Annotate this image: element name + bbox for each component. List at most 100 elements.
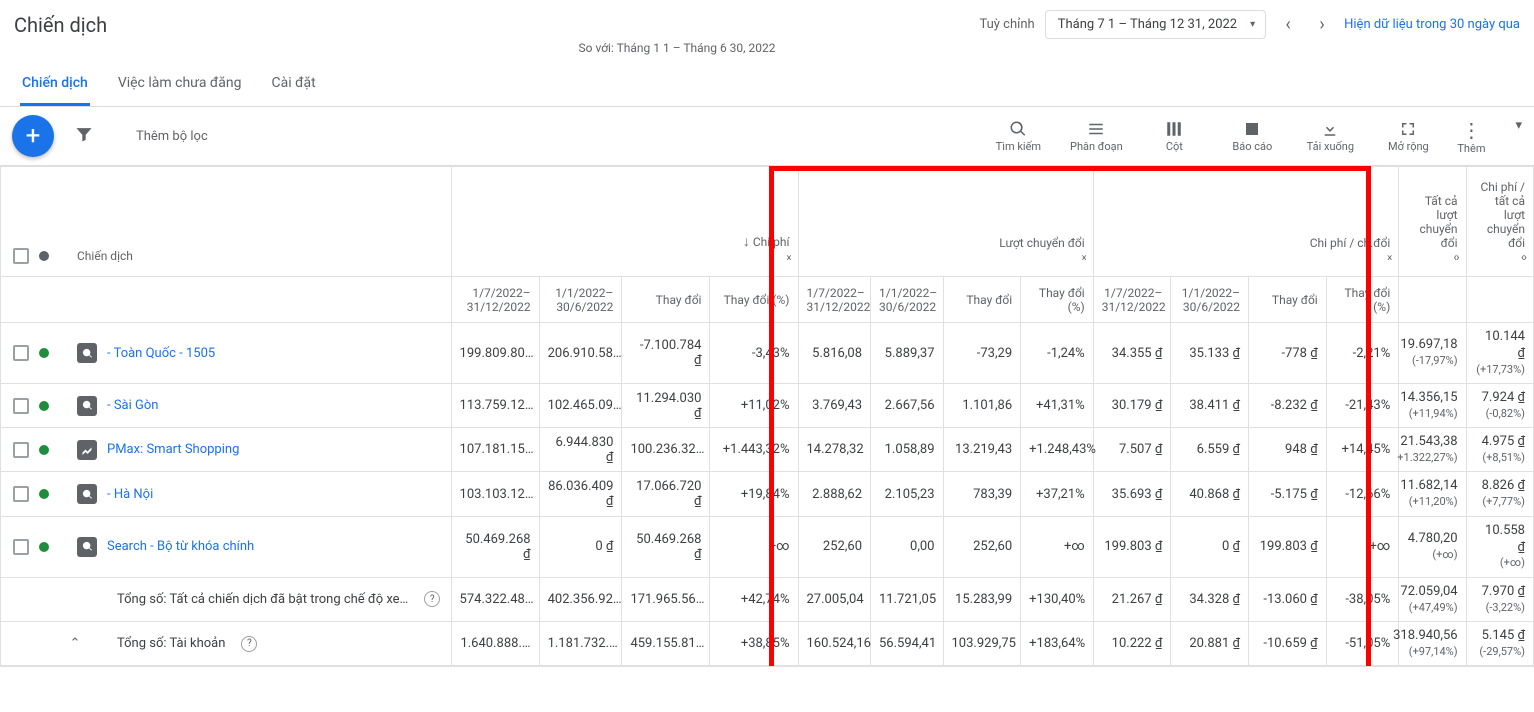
data-cell: 1.101,86	[943, 384, 1021, 428]
data-cell: -1,24%	[1021, 323, 1094, 384]
add-filter-input[interactable]: Thêm bộ lọc	[136, 129, 208, 144]
data-cell: -10.659 ₫	[1249, 621, 1327, 665]
data-cell: 27.005,04	[798, 577, 871, 621]
campaign-name-link[interactable]: - Hà Nội	[107, 487, 153, 502]
subhead-cost-change: Thay đổi	[622, 277, 710, 323]
download-tool[interactable]: Tải xuống	[1301, 118, 1359, 153]
data-cell: 5.889,37	[871, 323, 944, 384]
page-title: Chiến dịch	[14, 13, 107, 37]
data-cell: 199.803 ₫	[1249, 516, 1327, 577]
table-row: Search - Bộ từ khóa chính50.469.268 ₫0 ₫…	[1, 516, 1534, 577]
row-checkbox[interactable]	[13, 442, 29, 458]
help-icon[interactable]: ?	[424, 591, 440, 607]
data-cell: 102.465.09…	[539, 384, 622, 428]
data-cell: 72.059,04(+47,49%)	[1399, 577, 1466, 621]
reports-tool[interactable]: Báo cáo	[1223, 118, 1281, 153]
data-cell: 0 ₫	[539, 516, 622, 577]
row-checkbox[interactable]	[13, 539, 29, 555]
data-cell: 8.826 ₫(+7,77%)	[1466, 472, 1533, 516]
filter-icon[interactable]	[74, 124, 94, 148]
data-cell: 14.356,15(+11,94%)	[1399, 384, 1466, 428]
data-cell: 2.667,56	[871, 384, 944, 428]
show-30-days-link[interactable]: Hiện dữ liệu trong 30 ngày qua	[1344, 17, 1520, 32]
search-campaign-icon	[77, 537, 97, 557]
data-cell: 10.222 ₫	[1093, 621, 1171, 665]
data-cell: +∞	[1021, 516, 1094, 577]
subhead-cpc-p2: 1/1/2022–30/6/2022	[1171, 277, 1249, 323]
subhead-conv-change: Thay đổi	[943, 277, 1021, 323]
data-cell: 11.294.030 ₫	[622, 384, 710, 428]
data-cell: -5.175 ₫	[1249, 472, 1327, 516]
data-cell: 86.036.409 ₫	[539, 472, 622, 516]
data-cell: 10.144 ₫(+17,73%)	[1466, 323, 1533, 384]
data-cell: 0,00	[871, 516, 944, 577]
select-all-checkbox[interactable]	[13, 248, 29, 264]
columns-icon	[1165, 118, 1183, 140]
subhead-cost-p1: 1/7/2022–31/12/2022	[451, 277, 539, 323]
date-range-picker[interactable]: Tháng 7 1 – Tháng 12 31, 2022	[1045, 10, 1266, 39]
data-cell: 948 ₫	[1249, 428, 1327, 472]
data-cell: 38.411 ₫	[1171, 384, 1249, 428]
row-checkbox[interactable]	[13, 486, 29, 502]
expand-tool[interactable]: Mở rộng	[1379, 118, 1437, 153]
prev-period-button[interactable]: ‹	[1276, 13, 1300, 37]
more-tool[interactable]: ⋮Thêm	[1457, 118, 1485, 155]
column-cost-all-conv-header[interactable]: Chi phí / tất cả lượt chuyển đổi	[1475, 180, 1525, 250]
campaign-name-link[interactable]: - Toàn Quốc - 1505	[107, 346, 215, 361]
expand-costall-toggle[interactable]: ‹ ›	[1475, 250, 1525, 264]
status-dot	[39, 542, 49, 552]
search-icon	[1009, 118, 1027, 140]
data-cell: 107.181.15…	[451, 428, 539, 472]
columns-tool[interactable]: Cột	[1145, 118, 1203, 153]
data-cell: 20.881 ₫	[1171, 621, 1249, 665]
data-cell: 783,39	[943, 472, 1021, 516]
total-row: ⌃Tổng số: Tài khoản?1.640.888.…1.181.732…	[1, 621, 1534, 665]
data-cell: 11.682,14(+11,20%)	[1399, 472, 1466, 516]
subhead-conv-p2: 1/1/2022–30/6/2022	[871, 277, 944, 323]
reports-icon	[1243, 118, 1261, 140]
data-cell: +183,64%	[1021, 621, 1094, 665]
data-cell: -8.232 ₫	[1249, 384, 1327, 428]
data-cell: 103.103.12…	[451, 472, 539, 516]
data-cell: +19,84%	[710, 472, 798, 516]
status-header-dot	[39, 251, 49, 261]
campaign-name-link[interactable]: - Sài Gòn	[107, 398, 158, 413]
data-cell: -2,21%	[1326, 323, 1399, 384]
status-dot	[39, 348, 49, 358]
column-conversions-header[interactable]: Lượt chuyển đổi	[807, 236, 1085, 250]
tab-jobs[interactable]: Việc làm chưa đăng	[116, 63, 244, 106]
subhead-conv-p1: 1/7/2022–31/12/2022	[798, 277, 871, 323]
tab-settings[interactable]: Cài đặt	[270, 63, 318, 106]
table-row: - Toàn Quốc - 1505199.809.80…206.910.58……	[1, 323, 1534, 384]
row-checkbox[interactable]	[13, 398, 29, 414]
data-cell: +1.248,43%	[1021, 428, 1094, 472]
next-period-button[interactable]: ›	[1310, 13, 1334, 37]
campaign-name-link[interactable]: Search - Bộ từ khóa chính	[107, 539, 254, 554]
tab-campaigns[interactable]: Chiến dịch	[20, 63, 90, 106]
row-checkbox[interactable]	[13, 345, 29, 361]
data-cell: 6.559 ₫	[1171, 428, 1249, 472]
search-tool[interactable]: Tìm kiếm	[989, 118, 1047, 153]
data-cell: 103.929,75	[943, 621, 1021, 665]
column-cost-header[interactable]: Chi phí	[753, 235, 790, 249]
expand-cost-toggle[interactable]: ›‹	[460, 250, 790, 264]
subhead-cpc-changepct: Thay đổi (%)	[1326, 277, 1399, 323]
data-cell: 252,60	[943, 516, 1021, 577]
column-campaign-header[interactable]: Chiến dịch	[77, 249, 133, 263]
chevron-up-icon[interactable]: ⌃	[63, 636, 87, 651]
sidebar-toggle-icon[interactable]: ▾	[1505, 118, 1522, 133]
column-all-conv-header[interactable]: Tất cả lượt chuyển đổi	[1407, 194, 1457, 250]
campaign-name-link[interactable]: PMax: Smart Shopping	[107, 442, 239, 457]
data-cell: 4.780,20(+∞)	[1399, 516, 1466, 577]
data-cell: 35.133 ₫	[1171, 323, 1249, 384]
segment-tool[interactable]: Phân đoạn	[1067, 118, 1125, 153]
data-cell: 35.693 ₫	[1093, 472, 1171, 516]
add-campaign-button[interactable]: +	[12, 115, 54, 157]
expand-cpc-toggle[interactable]: ›‹	[1102, 250, 1391, 264]
expand-conv-toggle[interactable]: ›‹	[807, 250, 1085, 264]
help-icon[interactable]: ?	[241, 636, 257, 652]
total-label: Tổng số: Tài khoản	[117, 636, 225, 651]
expand-allconv-toggle[interactable]: ‹ ›	[1407, 250, 1457, 264]
column-cost-per-conv-header[interactable]: Chi phí / ch.đổi	[1102, 236, 1391, 250]
data-cell: 6.944.830 ₫	[539, 428, 622, 472]
